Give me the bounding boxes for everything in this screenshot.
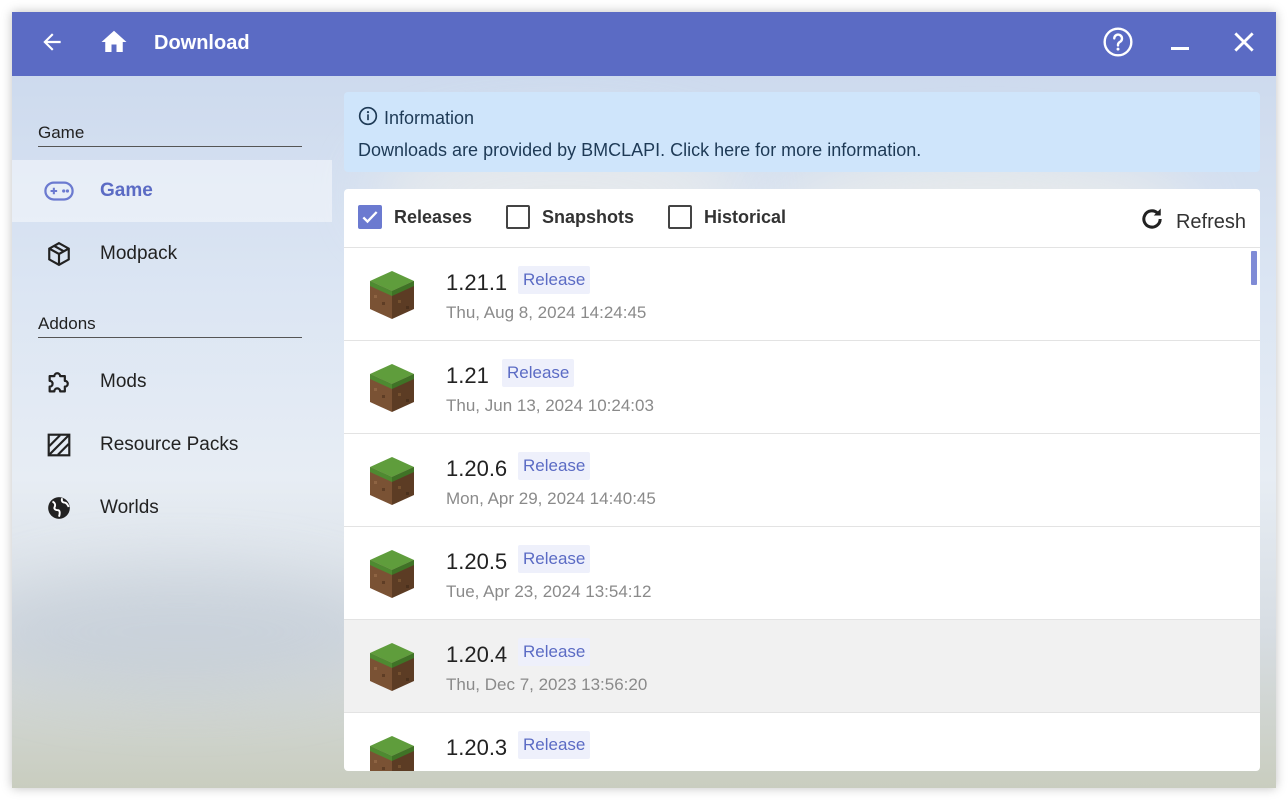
refresh-label: Refresh <box>1175 210 1246 233</box>
info-title: Information <box>358 106 474 131</box>
help-icon <box>1102 26 1134 63</box>
sidebar-item-label: Resource Packs <box>100 434 239 455</box>
close-icon <box>1231 29 1257 60</box>
list-scrollbar[interactable] <box>1251 251 1257 285</box>
home-button[interactable] <box>94 24 134 64</box>
version-number: 1.20.5 <box>446 549 508 574</box>
check-icon <box>362 211 378 224</box>
info-text: Downloads are provided by BMCLAPI. Click… <box>358 140 922 160</box>
release-tag: Release <box>502 359 575 387</box>
version-row[interactable]: 1.21.1 Release Thu, Aug 8, 2024 14:24:45 <box>344 248 1260 341</box>
globe-icon <box>44 495 74 521</box>
minimize-button[interactable] <box>1160 24 1200 64</box>
version-number: 1.21.1 <box>446 270 508 295</box>
grass-block-icon <box>368 269 416 326</box>
package-icon <box>44 241 74 267</box>
historical-checkbox[interactable]: Historical <box>668 205 786 229</box>
checkbox-unchecked <box>668 205 692 229</box>
section-label-game: Game <box>38 123 85 142</box>
snapshots-checkbox[interactable]: Snapshots <box>506 205 634 229</box>
sidebar-item-label: Modpack <box>100 243 178 264</box>
info-title-text: Information <box>384 108 475 128</box>
help-button[interactable] <box>1098 24 1138 64</box>
version-number: 1.21 <box>446 363 489 388</box>
sidebar-item-worlds[interactable]: Worlds <box>12 477 332 539</box>
release-tag: Release <box>518 731 591 759</box>
grass-block-icon <box>368 734 416 771</box>
section-divider <box>38 146 302 147</box>
release-date: Mon, Apr 29, 2024 14:40:45 <box>446 489 656 508</box>
version-row[interactable]: 1.20.3 Release <box>344 713 1260 771</box>
checkbox-checked <box>358 205 382 229</box>
version-list-panel: Releases Snapshots Historical Refresh 1.… <box>344 189 1260 771</box>
grass-block-icon <box>368 362 416 419</box>
release-date: Thu, Jun 13, 2024 10:24:03 <box>446 396 654 415</box>
download-window: Download Game Game Modpack Addons Mods R… <box>12 12 1276 788</box>
window-title: Download <box>154 32 250 54</box>
filter-bar: Releases Snapshots Historical Refresh <box>344 189 1260 248</box>
refresh-icon <box>1138 205 1176 239</box>
release-tag: Release <box>518 452 591 480</box>
grass-block-icon <box>368 455 416 512</box>
gamepad-icon <box>44 178 74 204</box>
home-icon <box>99 27 129 62</box>
snapshots-label: Snapshots <box>542 206 635 227</box>
version-number: 1.20.4 <box>446 642 508 667</box>
sidebar-item-label: Worlds <box>100 497 159 518</box>
minimize-icon <box>1168 30 1192 59</box>
version-row[interactable]: 1.20.6 Release Mon, Apr 29, 2024 14:40:45 <box>344 434 1260 527</box>
puzzle-icon <box>44 369 74 395</box>
title-bar: Download <box>12 12 1276 76</box>
version-number: 1.20.6 <box>446 456 508 481</box>
back-button[interactable] <box>32 24 72 64</box>
release-tag: Release <box>518 266 591 294</box>
sidebar: Game Game Modpack Addons Mods Resource P… <box>12 76 332 788</box>
historical-label: Historical <box>704 206 787 227</box>
sidebar-item-modpack[interactable]: Modpack <box>12 223 332 285</box>
grass-block-icon <box>368 548 416 605</box>
sidebar-item-resource-packs[interactable]: Resource Packs <box>12 414 332 476</box>
releases-checkbox[interactable]: Releases <box>358 205 472 229</box>
grass-block-icon <box>368 641 416 698</box>
version-row[interactable]: 1.21 Release Thu, Jun 13, 2024 10:24:03 <box>344 341 1260 434</box>
release-date: Thu, Dec 7, 2023 13:56:20 <box>446 675 648 694</box>
checkbox-unchecked <box>506 205 530 229</box>
section-label-addons: Addons <box>38 314 96 333</box>
releases-label: Releases <box>394 206 473 227</box>
close-button[interactable] <box>1224 24 1264 64</box>
release-tag: Release <box>518 638 591 666</box>
version-row[interactable]: 1.20.4 Release Thu, Dec 7, 2023 13:56:20 <box>344 620 1260 713</box>
release-date: Thu, Aug 8, 2024 14:24:45 <box>446 303 647 322</box>
sidebar-item-game[interactable]: Game <box>12 160 332 222</box>
sidebar-item-label: Mods <box>100 371 147 392</box>
release-date: Tue, Apr 23, 2024 13:54:12 <box>446 582 652 601</box>
sidebar-item-mods[interactable]: Mods <box>12 351 332 413</box>
sidebar-item-label: Game <box>100 180 153 201</box>
release-tag: Release <box>518 545 591 573</box>
section-divider <box>38 337 302 338</box>
refresh-button[interactable]: Refresh <box>1138 205 1246 239</box>
arrow-left-icon <box>39 29 65 60</box>
texture-icon <box>44 432 74 458</box>
version-row[interactable]: 1.20.5 Release Tue, Apr 23, 2024 13:54:12 <box>344 527 1260 620</box>
version-number: 1.20.3 <box>446 735 508 760</box>
info-card[interactable]: Information Downloads are provided by BM… <box>344 92 1260 172</box>
info-icon <box>358 106 384 131</box>
